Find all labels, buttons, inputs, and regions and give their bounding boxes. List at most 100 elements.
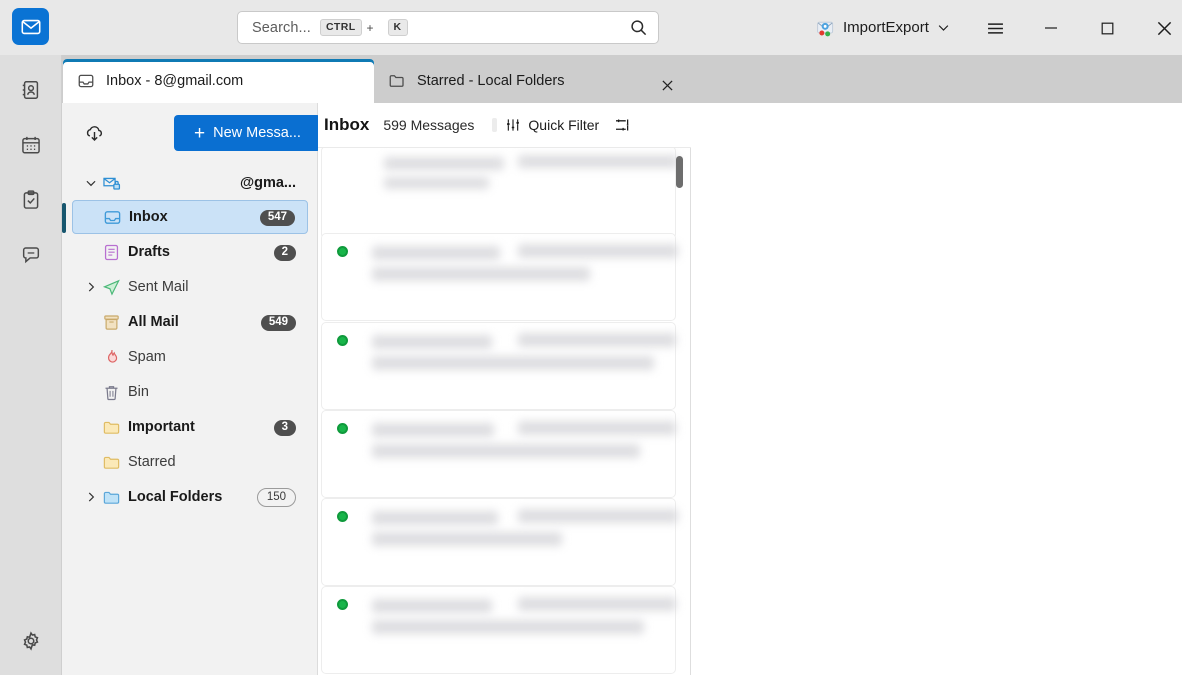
folder-row-all-mail[interactable]: All Mail 549 bbox=[72, 305, 308, 339]
new-message-label: New Messa... bbox=[213, 125, 301, 141]
folder-row-bin-label: Bin bbox=[128, 384, 149, 400]
rail-item-settings[interactable] bbox=[11, 621, 51, 661]
left-icon-rail bbox=[0, 55, 62, 675]
folder-row-important-count: 3 bbox=[273, 419, 296, 436]
tab-close-icon[interactable] bbox=[655, 73, 679, 97]
folder-row-drafts[interactable]: Drafts 2 bbox=[72, 235, 308, 269]
folder-row-inbox-label: Inbox bbox=[129, 209, 168, 225]
unread-indicator[interactable] bbox=[337, 246, 348, 257]
folder-pane: + New Messa... ... bbox=[62, 103, 355, 675]
chevron-right-icon[interactable] bbox=[80, 280, 102, 294]
display-options-icon[interactable] bbox=[613, 116, 631, 134]
app-logo-icon bbox=[12, 8, 49, 45]
rail-item-chat[interactable] bbox=[11, 235, 51, 275]
folder-row-spam[interactable]: Spam bbox=[72, 340, 308, 374]
message-row[interactable] bbox=[321, 498, 678, 586]
folder-icon bbox=[102, 453, 128, 472]
search-shortcut-plus: + bbox=[366, 20, 374, 35]
message-list-pane: Inbox 599 Messages Quick Filter bbox=[318, 103, 691, 675]
chevron-right-icon[interactable] bbox=[80, 490, 102, 504]
folder-row-account[interactable]: @gma... bbox=[72, 167, 308, 199]
account-switcher-label: ImportExport bbox=[843, 19, 929, 36]
search-shortcut-k: K bbox=[387, 19, 408, 36]
redacted-sender bbox=[372, 599, 492, 613]
redacted-subject bbox=[372, 620, 644, 634]
folder-blue-icon bbox=[102, 488, 128, 507]
folder-row-important-label: Important bbox=[128, 419, 195, 435]
message-row[interactable] bbox=[321, 322, 676, 410]
message-row[interactable] bbox=[321, 586, 676, 674]
folder-row-inbox-count: 547 bbox=[259, 209, 295, 226]
folder-row-inbox[interactable]: Inbox 547 bbox=[62, 200, 308, 234]
folder-row-starred[interactable]: Starred bbox=[72, 445, 308, 479]
folder-row-local-folders[interactable]: Local Folders 150 bbox=[72, 480, 308, 514]
search-input[interactable]: Search... CTRL + K bbox=[237, 11, 659, 44]
rail-item-tasks[interactable] bbox=[11, 180, 51, 220]
message-list[interactable] bbox=[318, 148, 691, 675]
folder-row-important[interactable]: Important 3 bbox=[72, 410, 308, 444]
quick-filter-button[interactable]: Quick Filter bbox=[505, 117, 599, 133]
rail-item-calendar[interactable] bbox=[11, 125, 51, 165]
maximize-icon[interactable] bbox=[1085, 7, 1130, 49]
redacted-subject bbox=[372, 444, 640, 458]
message-row[interactable] bbox=[321, 410, 676, 498]
message-list-title: Inbox bbox=[324, 115, 370, 134]
tab-starred-label: Starred - Local Folders bbox=[417, 73, 565, 89]
search-placeholder: Search... bbox=[252, 19, 311, 36]
chat-bubble-icon bbox=[20, 244, 42, 266]
unread-indicator[interactable] bbox=[337, 335, 348, 346]
account-name-redacted bbox=[128, 176, 200, 190]
gear-icon bbox=[20, 630, 42, 652]
redacted-date bbox=[518, 244, 678, 258]
new-message-button[interactable]: + New Messa... bbox=[174, 115, 321, 151]
folder-row-local-folders-label: Local Folders bbox=[128, 489, 223, 505]
chevron-down-icon[interactable] bbox=[80, 176, 102, 190]
calendar-icon bbox=[20, 134, 42, 156]
redacted-preview bbox=[384, 177, 489, 189]
tab-inbox-label: Inbox - 8@gmail.com bbox=[106, 73, 243, 89]
rail-item-address-book[interactable] bbox=[11, 70, 51, 110]
toolbar-separator bbox=[492, 118, 498, 132]
flame-icon bbox=[102, 348, 128, 367]
unread-indicator[interactable] bbox=[337, 511, 348, 522]
tab-inbox-suffix: 8@gmail.com bbox=[154, 73, 244, 89]
hamburger-menu-icon[interactable] bbox=[973, 7, 1018, 49]
redacted-date bbox=[518, 421, 676, 435]
tab-starred-local-folders[interactable]: Starred - Local Folders bbox=[374, 59, 694, 103]
folder-pane-toolbar: + New Messa... ... bbox=[62, 103, 355, 159]
folder-row-local-folders-count: 150 bbox=[256, 488, 296, 507]
unread-indicator[interactable] bbox=[337, 599, 348, 610]
minimize-icon[interactable] bbox=[1028, 7, 1073, 49]
folder-row-account-label: @gma... bbox=[239, 175, 296, 191]
folder-row-drafts-label: Drafts bbox=[128, 244, 170, 260]
redacted-sender bbox=[372, 335, 492, 349]
folder-row-sent-mail[interactable]: Sent Mail bbox=[72, 270, 308, 304]
secure-mail-icon bbox=[102, 174, 128, 193]
redacted-subject bbox=[372, 267, 590, 281]
folder-row-all-mail-label: All Mail bbox=[128, 314, 179, 330]
message-row[interactable] bbox=[321, 233, 678, 321]
tab-inbox[interactable]: Inbox - 8@gmail.com bbox=[63, 59, 374, 103]
message-list-scrollbar[interactable] bbox=[676, 148, 687, 675]
folder-row-bin[interactable]: Bin bbox=[72, 375, 308, 409]
tab-strip: Inbox - 8@gmail.com Starred - Local Fold… bbox=[0, 55, 1182, 103]
search-shortcut-ctrl: CTRL bbox=[319, 19, 362, 36]
message-count-label: 599 Messages bbox=[383, 117, 475, 133]
plus-icon: + bbox=[194, 122, 206, 144]
scrollbar-thumb[interactable] bbox=[676, 156, 683, 188]
redacted-sender bbox=[372, 246, 500, 260]
get-messages-button[interactable] bbox=[78, 118, 110, 148]
redacted-subject bbox=[372, 532, 562, 546]
sliders-icon bbox=[505, 117, 521, 133]
redacted-subject bbox=[372, 356, 654, 370]
close-icon[interactable] bbox=[1142, 7, 1182, 49]
sent-paper-plane-icon bbox=[102, 278, 128, 297]
tasks-clipboard-icon bbox=[20, 189, 42, 211]
redacted-sender bbox=[384, 157, 504, 170]
message-row[interactable] bbox=[321, 148, 678, 239]
unread-indicator[interactable] bbox=[337, 423, 348, 434]
account-switcher-button[interactable]: ImportExport bbox=[812, 13, 955, 42]
search-icon[interactable] bbox=[629, 18, 648, 37]
message-list-header: Inbox 599 Messages Quick Filter bbox=[318, 103, 691, 148]
archive-box-icon bbox=[102, 313, 128, 332]
